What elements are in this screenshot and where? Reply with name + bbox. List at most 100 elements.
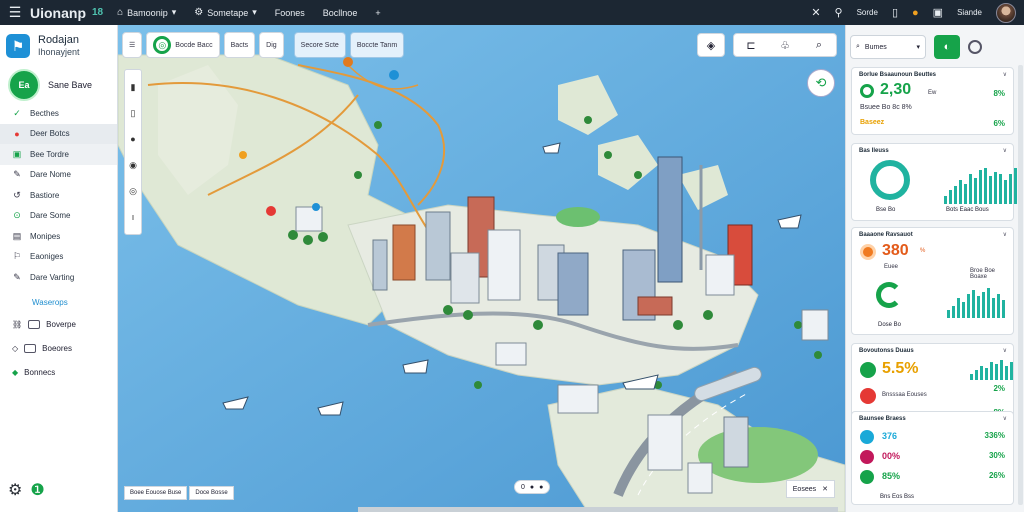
notification-icon[interactable]: ● (912, 7, 919, 19)
row-status-icon (860, 470, 874, 484)
sidebar-item-2[interactable]: ● Deer Botcs (0, 123, 117, 144)
marker-icon[interactable]: ▯ (125, 100, 141, 126)
kpi-card-2[interactable]: Bas Ileuss ∨ Bse Bo Bots Eaac Bous (851, 143, 1017, 221)
compass-button-icon[interactable]: ⟲ (807, 69, 835, 97)
chevron-icon[interactable]: ∨ (1003, 71, 1007, 78)
kpi-card-3[interactable]: Baaaone Ravsauot ∨ 380 % Euee Broe Boe B… (851, 227, 1014, 335)
layers-icon[interactable]: ◈ (697, 33, 725, 57)
sidebar-item-3[interactable]: ▣ Bee Tordre (0, 144, 117, 165)
progress-ring (876, 282, 902, 308)
tab-1[interactable]: ⌂ Bamoonip ▾ (117, 7, 176, 18)
sidebar-item-label: Dare Nome (30, 170, 71, 180)
panel-search-input[interactable]: ⌕ Bumes ▾ (850, 35, 926, 59)
top-bar-right: ✕ ⚲ Sorde ▯ ● ▣ Siande (811, 0, 1024, 25)
sidebar-item-9[interactable]: ✎ Dare Varting (0, 267, 117, 288)
map-toolbar-button-3[interactable]: Dig (259, 32, 284, 58)
chevron-icon[interactable]: ∨ (1003, 415, 1007, 422)
user-avatar[interactable]: Ea (8, 69, 40, 101)
sidebar-item-6[interactable]: ⊙ Dare Some (0, 206, 117, 227)
search-map-icon[interactable]: ⌕ (802, 34, 836, 56)
bookmark-icon[interactable]: ▯ (892, 6, 898, 19)
map-toolbar-button-5[interactable]: Boccte Tanm (349, 32, 405, 58)
leaf-icon: ◐ (943, 41, 951, 53)
legend-item-1[interactable]: Boee Eouose Buse (124, 486, 188, 500)
pin-icon[interactable]: ⚲ (835, 6, 843, 19)
sidebar-item-icon: ▤ (12, 230, 22, 241)
sidebar-item-icon: ✓ (13, 107, 21, 118)
sidebar-header: ⚑ Rodajan Ihonayjent (0, 25, 117, 67)
add-tab-button[interactable]: + (375, 8, 380, 18)
zoom-control[interactable]: 0 ● ● (514, 480, 551, 494)
hamburger-menu-icon[interactable]: ☰ (0, 4, 30, 21)
target-icon[interactable]: ◎ (125, 178, 141, 204)
sidebar-section-label: Waserops (32, 297, 68, 307)
settings-icon: ⚙ (194, 7, 204, 18)
zoom-in-icon[interactable]: ▮ (125, 74, 141, 100)
right-panel-scrollbar[interactable] (1018, 65, 1023, 505)
tab-2[interactable]: ⚙ Sometape ▾ (194, 7, 257, 18)
panel-action-button[interactable]: ◐ (934, 35, 960, 59)
map-scale[interactable]: Eosees ✕ (785, 480, 835, 498)
sidebar-item-label: Becthes (30, 108, 59, 118)
map-tools-right: ◈ ⊏ ♧ ⌕ (697, 33, 837, 57)
chevron-down-icon: ▾ (916, 44, 920, 51)
status-ring-icon (860, 84, 874, 98)
menu-icon: ☰ (129, 42, 136, 49)
map-toolbar-button-2[interactable]: Bacts (223, 32, 256, 58)
map-menu-button[interactable]: ☰ (122, 32, 143, 58)
app-brand: Uionanp (30, 4, 86, 21)
dot-icon: ● (539, 483, 544, 491)
app-logo-icon[interactable]: ⚑ (6, 34, 30, 58)
chevron-icon[interactable]: ∨ (1003, 347, 1007, 354)
kpi-card-1[interactable]: Borlue Bsaaunoun Beuttes ∨ 2,30 Ew 8% Bs… (851, 67, 1014, 135)
user-name: Sane Bave (48, 80, 93, 90)
tab-3[interactable]: Foones (275, 8, 305, 18)
panel-toggle-icon[interactable] (968, 40, 982, 54)
sidebar-item-7[interactable]: ▤ Monipes (0, 226, 117, 247)
sidebar-user[interactable]: Ea Sane Bave (0, 67, 117, 103)
help-icon[interactable]: ❶ (30, 480, 44, 500)
ruler-icon[interactable]: ⊏ (734, 34, 768, 56)
sidebar-item-4[interactable]: ✎ Dare Nome (0, 165, 117, 186)
map-canvas[interactable] (118, 25, 845, 512)
sidebar-sub-item-1[interactable]: ⛓ Boverpe (0, 313, 117, 337)
location-icon[interactable]: ◉ (125, 152, 141, 178)
kpi-card-5[interactable]: Baunsee Braess ∨ 376 336% 00% 30% 85% 26% Bns… (851, 411, 1014, 505)
pin-tool-icon[interactable]: ● (125, 126, 141, 152)
top-right-label[interactable]: Sorde (857, 8, 878, 17)
tab-4[interactable]: Bocllnoe (323, 8, 358, 18)
info-icon[interactable]: ı (125, 204, 141, 230)
map-toolbar-button-4[interactable]: Secore Scte (293, 32, 346, 58)
chevron-icon[interactable]: ∨ (1003, 147, 1007, 154)
settings-gear-icon[interactable]: ⚙ (8, 480, 22, 500)
chevron-icon[interactable]: ∨ (1003, 231, 1007, 238)
scale-label: Eosees (792, 485, 817, 493)
alert-icon (860, 244, 876, 260)
bar-chart-1 (944, 166, 1017, 204)
top-right-label-2[interactable]: Siande (957, 8, 982, 17)
chevron-down-icon: ▾ (171, 7, 177, 17)
sidebar-footer: ⚙ ❶ (8, 480, 45, 500)
map-view[interactable]: ☰ ◎ Bocde Bacc Bacts Dig Secore Scte Bocc… (118, 25, 845, 512)
row-percent: 30% (988, 451, 1005, 460)
sidebar-item-icon: ● (14, 128, 20, 139)
close-icon[interactable]: ✕ (811, 6, 820, 19)
bar-chart-3 (970, 360, 1013, 380)
right-panel-toolbar: ⌕ Bumes ▾ ◐ (846, 25, 1024, 65)
plus-icon: + (375, 7, 381, 18)
sidebar-sub-item-3[interactable]: ◆ Bonnecs (0, 361, 117, 385)
warning-circle-icon (860, 388, 876, 404)
calendar-icon[interactable]: ▣ (933, 6, 943, 19)
sidebar-item-1[interactable]: ✓ Becthes (0, 103, 117, 124)
tree-icon[interactable]: ♧ (768, 34, 802, 56)
legend-item-2[interactable]: Doce Bosse (189, 486, 234, 500)
sidebar-item-5[interactable]: ↺ Bastiore (0, 185, 117, 206)
sidebar-item-8[interactable]: ⚐ Eaoniges (0, 247, 117, 268)
close-icon[interactable]: ✕ (822, 485, 828, 493)
map-horizontal-scrollbar[interactable] (358, 507, 838, 512)
avatar[interactable] (996, 2, 1016, 23)
sidebar-item-icon: ⊙ (13, 210, 21, 221)
map-toolbar-button-1[interactable]: ◎ Bocde Bacc (146, 32, 220, 58)
home-icon: ⌂ (117, 7, 124, 18)
sidebar-sub-item-2[interactable]: ◇ Boeores (0, 337, 117, 361)
